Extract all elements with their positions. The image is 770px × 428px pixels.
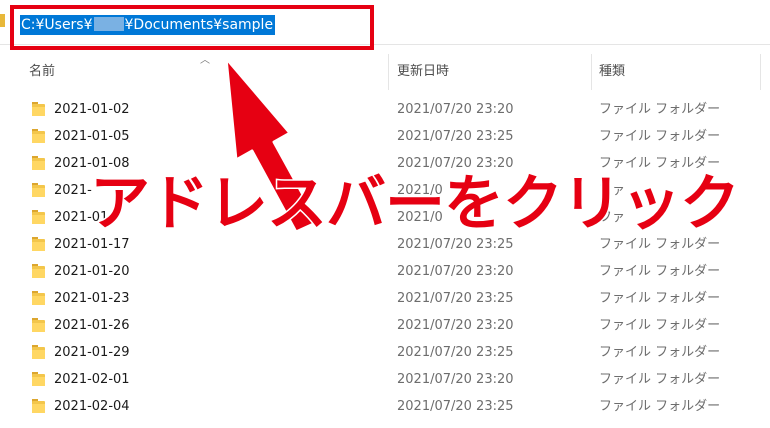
annotation-text: アドレスバーをクリック <box>89 168 742 241</box>
